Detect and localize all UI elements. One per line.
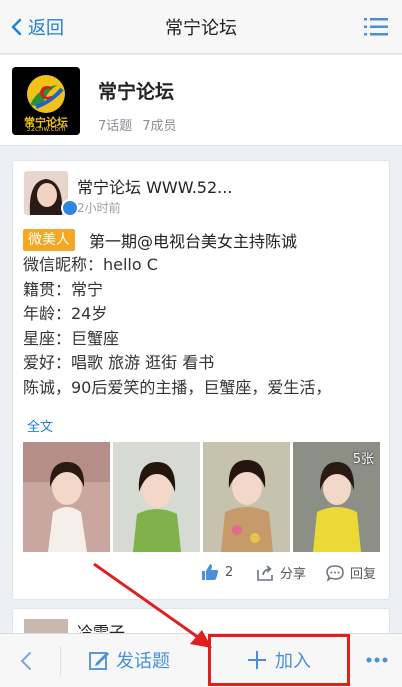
post-line: 微信昵称：hello C bbox=[23, 255, 158, 274]
reply-button[interactable]: 回复 bbox=[326, 563, 376, 582]
post-photo[interactable] bbox=[113, 442, 200, 552]
more-icon[interactable] bbox=[366, 652, 388, 668]
post-actions: 2 分享 回复 bbox=[13, 561, 391, 591]
divider bbox=[60, 646, 61, 676]
share-icon bbox=[257, 564, 273, 581]
like-count: 2 bbox=[225, 564, 234, 580]
post-photo[interactable] bbox=[203, 442, 290, 552]
photo-strip: 5张 bbox=[23, 442, 380, 552]
share-label: 分享 bbox=[280, 567, 307, 582]
like-button[interactable]: 2 bbox=[201, 563, 233, 581]
page-title: 常宁论坛 bbox=[165, 18, 237, 39]
back-arrow-icon[interactable] bbox=[14, 648, 40, 674]
group-stats: 7话题 7成员 bbox=[98, 115, 177, 134]
post-topic-label: 发话题 bbox=[116, 651, 170, 672]
bottom-bar: 发话题 加入 bbox=[0, 633, 402, 687]
post-line: 年龄：24岁 bbox=[23, 304, 108, 323]
post-line: 爱好：唱歌 旅游 逛街 看书 bbox=[23, 353, 215, 372]
reply-label: 回复 bbox=[350, 567, 377, 582]
post-time: 2小时前 bbox=[77, 201, 121, 215]
member-count: 7成员 bbox=[142, 119, 177, 134]
title-bar: 返回 常宁论坛 bbox=[0, 0, 402, 54]
comment-icon bbox=[326, 564, 344, 582]
edit-icon bbox=[89, 652, 109, 670]
app-screen: 返回 常宁论坛 C 常宁论坛 52cnw.com 常宁论坛 7话题 7成员 常宁… bbox=[0, 0, 402, 687]
group-header[interactable]: C 常宁论坛 52cnw.com 常宁论坛 7话题 7成员 bbox=[0, 55, 402, 146]
post-tag[interactable]: 微美人 bbox=[23, 229, 75, 251]
post-card[interactable]: 常宁论坛 WWW.52... 2小时前 微美人 第一期@电视台美女主持陈诚 微信… bbox=[12, 160, 390, 600]
post-photo[interactable] bbox=[23, 442, 110, 552]
plus-icon bbox=[248, 651, 266, 669]
logo-url-text: 52cnw.com bbox=[26, 125, 66, 133]
photo-count-badge: 5张 bbox=[352, 452, 374, 467]
thumbs-up-icon bbox=[202, 564, 219, 580]
group-logo: C 常宁论坛 52cnw.com bbox=[12, 67, 80, 135]
group-name: 常宁论坛 bbox=[98, 81, 175, 103]
join-label: 加入 bbox=[275, 651, 311, 672]
post-topic-button[interactable]: 发话题 bbox=[88, 647, 170, 673]
post-line: 星座：巨蟹座 bbox=[23, 328, 120, 348]
share-button[interactable]: 分享 bbox=[256, 563, 306, 582]
full-text-link[interactable]: 全文 bbox=[27, 416, 53, 435]
svg-text:C: C bbox=[39, 83, 52, 104]
topic-count: 7话题 bbox=[98, 119, 133, 134]
post-body: 微信昵称：hello C 籍贯：常宁 年龄：24岁 星座：巨蟹座 爱好：唱歌 旅… bbox=[23, 253, 385, 400]
post-line: 陈诚，90后爱笑的主播，巨蟹座，爱生活， bbox=[23, 377, 332, 397]
post-photo[interactable]: 5张 bbox=[293, 442, 380, 552]
post-author[interactable]: 常宁论坛 WWW.52... bbox=[77, 174, 232, 198]
post-line: 籍贯：常宁 bbox=[23, 279, 104, 299]
list-menu-icon[interactable] bbox=[364, 16, 388, 38]
join-button[interactable]: 加入 bbox=[208, 634, 350, 686]
post-headline: 第一期@电视台美女主持陈诚 bbox=[89, 232, 298, 251]
